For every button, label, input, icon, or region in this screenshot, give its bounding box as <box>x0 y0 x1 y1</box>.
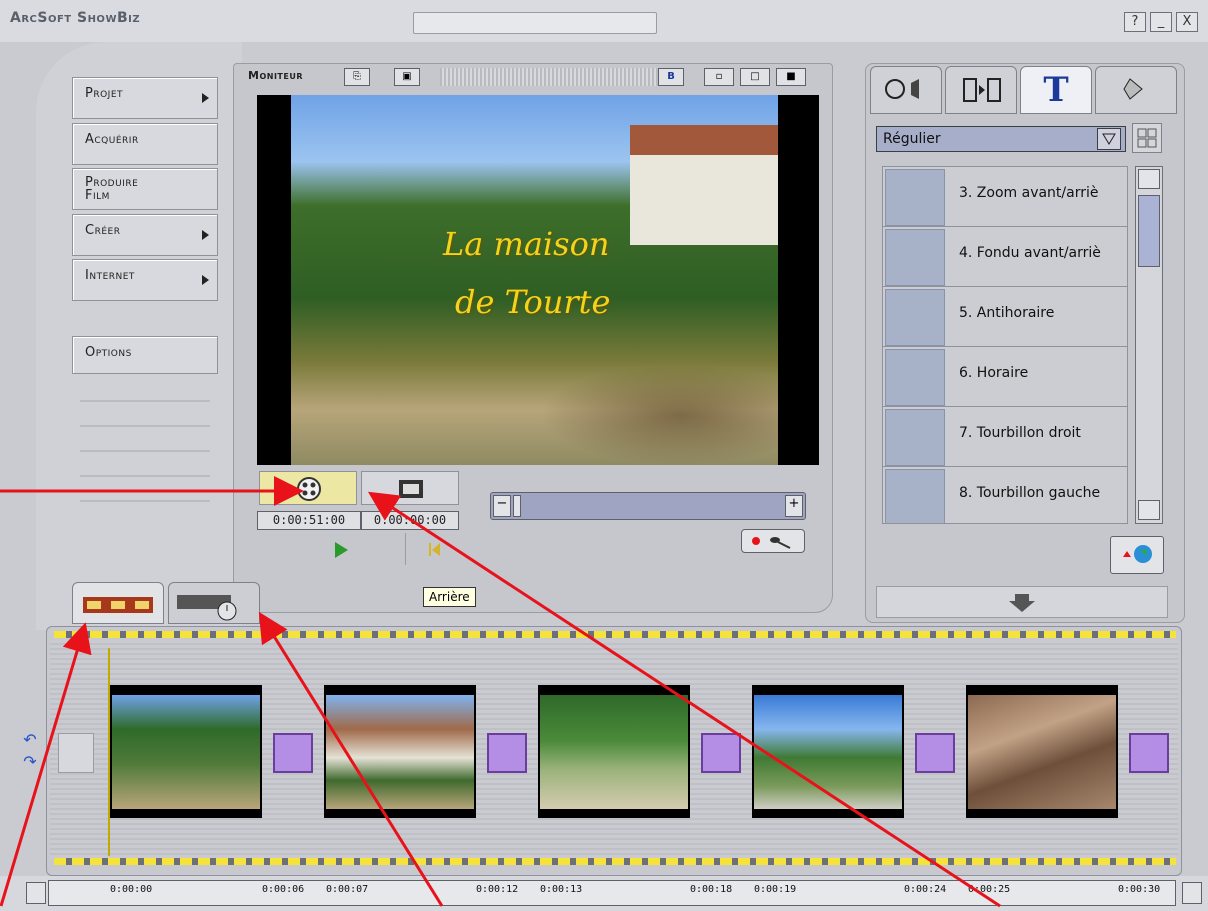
annotation-arrow <box>0 622 92 907</box>
annotation-arrow <box>258 611 444 907</box>
annotation-arrow <box>367 491 1001 908</box>
annotation-overlay <box>0 476 1001 908</box>
